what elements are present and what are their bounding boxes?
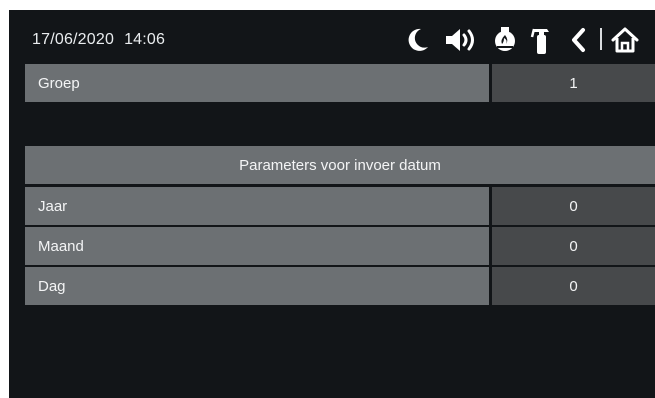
param-value[interactable]: 0 (492, 227, 655, 265)
status-icons (9, 24, 655, 56)
speaker-icon[interactable] (443, 24, 481, 56)
group-value[interactable]: 1 (492, 64, 655, 102)
param-label: Dag (25, 267, 489, 305)
group-label: Groep (25, 64, 489, 102)
param-label: Jaar (25, 187, 489, 225)
section-header: Parameters voor invoer datum (25, 146, 655, 184)
param-value[interactable]: 0 (492, 187, 655, 225)
status-bar: 17/06/2020 14:06 (9, 10, 655, 64)
home-icon[interactable] (609, 24, 641, 56)
param-label: Maand (25, 227, 489, 265)
screen: 17/06/2020 14:06 Groep 1 Parameters voor… (9, 10, 655, 398)
fire-alarm-icon[interactable] (491, 24, 519, 56)
back-icon[interactable] (566, 24, 590, 56)
param-value[interactable]: 0 (492, 267, 655, 305)
icon-separator (600, 28, 602, 50)
fire-extinguisher-icon[interactable] (528, 24, 554, 56)
moon-icon[interactable] (404, 24, 432, 56)
